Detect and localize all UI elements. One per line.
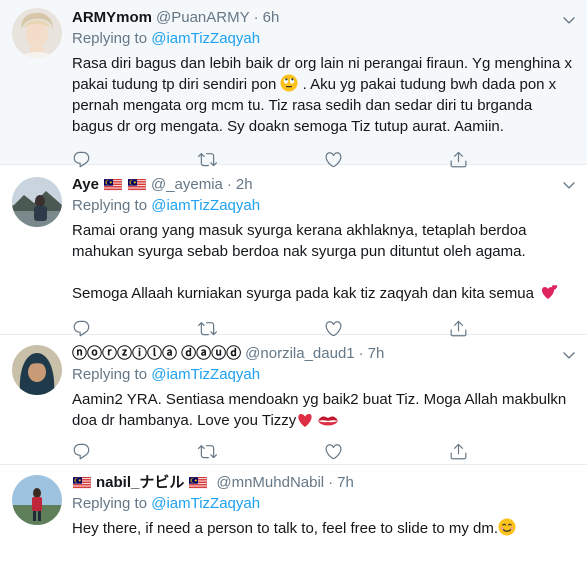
avatar[interactable] [12, 177, 62, 227]
user-handle[interactable]: @mnMuhdNabil [216, 473, 324, 493]
smiling-face-emoji [498, 518, 516, 536]
display-name[interactable]: ⓝⓞⓡⓩⓘⓛⓐ ⓓⓐⓤⓓ [72, 344, 241, 364]
flag-malaysia [104, 179, 122, 191]
tweet-reply-1[interactable]: ARMYmom @PuanARMY · 6h Replying to @iamT… [0, 0, 587, 165]
two-hearts-emoji [542, 285, 558, 299]
replying-prefix: Replying to [72, 366, 148, 383]
user-handle[interactable]: @norzila_daud1 [245, 344, 354, 364]
display-name[interactable]: Aye [72, 175, 99, 195]
tweet-reply-4[interactable]: nabil_ナビル @mnMuhdNabil · 7h Replying to … [0, 465, 587, 571]
user-handle[interactable]: @_ayemia [151, 175, 223, 195]
replying-prefix: Replying to [72, 197, 148, 214]
tweet-text: Aamin2 YRA. Sentiasa mendoakn yg baik2 b… [72, 389, 575, 431]
replying-to: Replying to @iamTizZaqyah [72, 29, 575, 49]
mention-link[interactable]: @iamTizZaqyah [151, 197, 260, 214]
user-handle[interactable]: @PuanARMY [156, 8, 250, 28]
replying-prefix: Replying to [72, 495, 148, 512]
separator: · [226, 176, 232, 193]
flag-malaysia [189, 477, 207, 489]
avatar[interactable] [12, 8, 62, 58]
mention-link[interactable]: @iamTizZaqyah [151, 30, 260, 47]
timestamp[interactable]: 2h [236, 175, 253, 195]
tweet-text-body: Hey there, if need a person to talk to, … [72, 520, 499, 537]
reply-icon [72, 442, 91, 461]
tweet-paragraph-text: Semoga Allaah kurniakan syurga pada kak … [72, 285, 534, 302]
timestamp[interactable]: 7h [368, 344, 385, 364]
retweet-icon [198, 442, 217, 461]
mention-link[interactable]: @iamTizZaqyah [151, 495, 260, 512]
kiss-mark-emoji [318, 416, 339, 426]
tweet-text: Hey there, if need a person to talk to, … [72, 518, 575, 539]
tweet-reply-3[interactable]: ⓝⓞⓡⓩⓘⓛⓐ ⓓⓐⓤⓓ @norzila_daud1 · 7h Replyin… [0, 335, 587, 465]
timestamp[interactable]: 6h [263, 8, 280, 28]
display-name[interactable]: ARMYmom [72, 8, 152, 28]
flag-malaysia [128, 179, 146, 191]
chevron-down-icon[interactable] [561, 177, 577, 193]
tweet-text: Ramai orang yang masuk syurga kerana akh… [72, 220, 575, 304]
chevron-down-icon[interactable] [561, 12, 577, 28]
flag-malaysia [73, 477, 91, 489]
tweet-paragraph-2: Semoga Allaah kurniakan syurga pada kak … [72, 283, 575, 304]
timestamp[interactable]: 7h [337, 473, 354, 493]
red-heart-emoji [298, 414, 312, 427]
avatar[interactable] [12, 345, 62, 395]
tweet-reply-2[interactable]: Aye @_ayemia · 2h Replying to @iamTizZaq… [0, 165, 587, 335]
heart-icon [324, 442, 343, 461]
replying-prefix: Replying to [72, 30, 148, 47]
avatar[interactable] [12, 475, 62, 525]
display-name[interactable]: nabil_ナビル [96, 473, 184, 493]
separator: · [253, 9, 259, 26]
replying-to: Replying to @iamTizZaqyah [72, 494, 575, 514]
share-icon [449, 442, 468, 461]
replying-to: Replying to @iamTizZaqyah [72, 196, 575, 216]
eye-roll-emoji [280, 74, 298, 92]
mention-link[interactable]: @iamTizZaqyah [151, 366, 260, 383]
tweet-paragraph: Ramai orang yang masuk syurga kerana akh… [72, 222, 527, 260]
chevron-down-icon[interactable] [561, 347, 577, 363]
tweet-text: Rasa diri bagus dan lebih baik dr org la… [72, 53, 575, 137]
separator: · [328, 474, 334, 491]
separator: · [358, 345, 364, 362]
replying-to: Replying to @iamTizZaqyah [72, 365, 575, 385]
